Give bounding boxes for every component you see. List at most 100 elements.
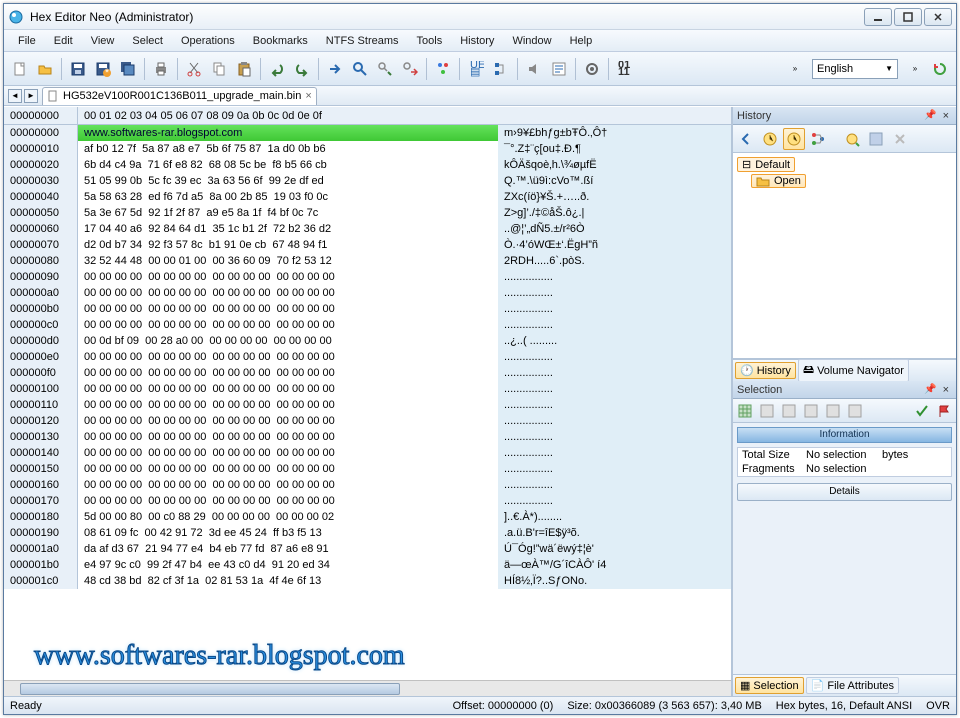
close-window-button[interactable] <box>924 8 952 26</box>
bytes-cell[interactable]: 00 00 00 00 00 00 00 00 00 00 00 00 00 0… <box>78 429 498 445</box>
ascii-cell[interactable]: .a.ü.B'r=îE$ÿ³õ. <box>498 525 731 541</box>
hex-body[interactable]: 00000000www.softwares-rar.blogspot.comm›… <box>4 125 731 680</box>
bytes-cell[interactable]: 00 00 00 00 00 00 00 00 00 00 00 00 00 0… <box>78 317 498 333</box>
history-root-node[interactable]: ⊟ Default <box>737 157 795 172</box>
undo-button[interactable] <box>265 57 289 81</box>
sel-grid6-button[interactable] <box>845 401 865 421</box>
tab-next-button[interactable]: ► <box>24 89 38 103</box>
ascii-cell[interactable]: Ò.·4’óWŒ±‘.ËgH”ñ <box>498 237 731 253</box>
details-button[interactable]: Details <box>737 483 952 501</box>
ascii-cell[interactable]: ................ <box>498 317 731 333</box>
hex-row[interactable]: 00000000www.softwares-rar.blogspot.comm›… <box>4 125 731 141</box>
tab-history[interactable]: 🕐History <box>735 362 796 379</box>
bytes-cell[interactable]: 00 00 00 00 00 00 00 00 00 00 00 00 00 0… <box>78 477 498 493</box>
bytes-cell[interactable]: 00 00 00 00 00 00 00 00 00 00 00 00 00 0… <box>78 413 498 429</box>
hex-row[interactable]: 0000019008 61 09 fc 00 42 91 72 3d ee 45… <box>4 525 731 541</box>
ascii-cell[interactable]: kÔÄšqoè‚h.\¾øµfË <box>498 157 731 173</box>
ascii-cell[interactable]: ................ <box>498 477 731 493</box>
find-next-button[interactable] <box>373 57 397 81</box>
bytes-cell[interactable]: 00 00 00 00 00 00 00 00 00 00 00 00 00 0… <box>78 269 498 285</box>
ascii-cell[interactable]: HÍ8½‚Ï?..SƒONo. <box>498 573 731 589</box>
panel-close-button[interactable]: × <box>940 110 952 122</box>
redo-button[interactable] <box>290 57 314 81</box>
hex-row[interactable]: 0000011000 00 00 00 00 00 00 00 00 00 00… <box>4 397 731 413</box>
menu-file[interactable]: File <box>10 33 44 49</box>
hex-row[interactable]: 0000016000 00 00 00 00 00 00 00 00 00 00… <box>4 477 731 493</box>
script-button[interactable] <box>547 57 571 81</box>
bytes-cell[interactable]: 00 00 00 00 00 00 00 00 00 00 00 00 00 0… <box>78 493 498 509</box>
bytes-cell[interactable]: 00 00 00 00 00 00 00 00 00 00 00 00 00 0… <box>78 365 498 381</box>
ascii-cell[interactable]: ................ <box>498 301 731 317</box>
menu-operations[interactable]: Operations <box>173 33 243 49</box>
history-save-button[interactable] <box>865 128 887 150</box>
paste-button[interactable] <box>232 57 256 81</box>
ascii-cell[interactable]: ................ <box>498 397 731 413</box>
bytes-cell[interactable]: www.softwares-rar.blogspot.com <box>78 125 498 141</box>
bookmark-button[interactable] <box>431 57 455 81</box>
sel-flag-button[interactable] <box>934 401 954 421</box>
bytes-cell[interactable]: af b0 12 7f 5a 87 a8 e7 5b 6f 75 87 1a d… <box>78 141 498 157</box>
history-clock1-button[interactable] <box>759 128 781 150</box>
minimize-button[interactable] <box>864 8 892 26</box>
hex-row[interactable]: 0000017000 00 00 00 00 00 00 00 00 00 00… <box>4 493 731 509</box>
bytes-cell[interactable]: 00 00 00 00 00 00 00 00 00 00 00 00 00 0… <box>78 461 498 477</box>
sel-check-button[interactable] <box>912 401 932 421</box>
hex-row[interactable]: 0000015000 00 00 00 00 00 00 00 00 00 00… <box>4 461 731 477</box>
hex-row[interactable]: 0000013000 00 00 00 00 00 00 00 00 00 00… <box>4 429 731 445</box>
toolbar-options-2-button[interactable]: » <box>903 57 927 81</box>
bytes-cell[interactable]: 6b d4 c4 9a 71 6f e8 82 68 08 5c be f8 b… <box>78 157 498 173</box>
ascii-cell[interactable]: ................ <box>498 429 731 445</box>
sel-grid5-button[interactable] <box>823 401 843 421</box>
ascii-cell[interactable]: ä—œÀ™/G´îCÀÔ' í4 <box>498 557 731 573</box>
tab-file-attributes[interactable]: 📄File Attributes <box>806 677 899 694</box>
ascii-cell[interactable]: ................ <box>498 269 731 285</box>
history-item-open[interactable]: Open <box>751 174 806 188</box>
tab-close-button[interactable]: × <box>305 90 311 102</box>
hex-row[interactable]: 0000009000 00 00 00 00 00 00 00 00 00 00… <box>4 269 731 285</box>
ascii-cell[interactable]: ................ <box>498 285 731 301</box>
bytes-cell[interactable]: 5a 3e 67 5d 92 1f 2f 87 a9 e5 8a 1f f4 b… <box>78 205 498 221</box>
ascii-cell[interactable]: ................ <box>498 381 731 397</box>
ascii-cell[interactable]: ..@¦’„dÑ5.±/r²6Ò <box>498 221 731 237</box>
history-back-button[interactable] <box>735 128 757 150</box>
find-button[interactable] <box>348 57 372 81</box>
ascii-cell[interactable]: ¯°.Z‡¨ç[ou‡.Ð.¶ <box>498 141 731 157</box>
ascii-cell[interactable]: ................ <box>498 413 731 429</box>
sel-grid4-button[interactable] <box>801 401 821 421</box>
bytes-cell[interactable]: 00 00 00 00 00 00 00 00 00 00 00 00 00 0… <box>78 381 498 397</box>
ascii-cell[interactable]: ................ <box>498 461 731 477</box>
tab-prev-button[interactable]: ◄ <box>8 89 22 103</box>
structure-button[interactable] <box>489 57 513 81</box>
sel-grid3-button[interactable] <box>779 401 799 421</box>
ascii-cell[interactable]: ZXc(íö}¥Š.+…..ð. <box>498 189 731 205</box>
save-button[interactable] <box>66 57 90 81</box>
hex-row[interactable]: 000001c048 cd 38 bd 82 cf 3f 1a 02 81 53… <box>4 573 731 589</box>
menu-help[interactable]: Help <box>562 33 601 49</box>
bytes-cell[interactable]: e4 97 9c c0 99 2f 47 b4 ee 43 c0 d4 91 2… <box>78 557 498 573</box>
hex-row[interactable]: 000000405a 58 63 28 ed f6 7d a5 8a 00 2b… <box>4 189 731 205</box>
hex-row[interactable]: 0000003051 05 99 0b 5c fc 39 ec 3a 63 56… <box>4 173 731 189</box>
hex-row[interactable]: 000001805d 00 00 80 00 c0 88 29 00 00 00… <box>4 509 731 525</box>
menu-window[interactable]: Window <box>504 33 559 49</box>
horizontal-scrollbar[interactable] <box>4 680 731 696</box>
history-delete-button[interactable] <box>889 128 911 150</box>
ascii-cell[interactable]: m›9¥£bhƒg±bŦÔ.‚Ô† <box>498 125 731 141</box>
hex-row[interactable]: 0000010000 00 00 00 00 00 00 00 00 00 00… <box>4 381 731 397</box>
bytes-cell[interactable]: 00 00 00 00 00 00 00 00 00 00 00 00 00 0… <box>78 397 498 413</box>
hex-row[interactable]: 000001a0da af d3 67 21 94 77 e4 b4 eb 77… <box>4 541 731 557</box>
ascii-cell[interactable]: ..¿..( ......... <box>498 333 731 349</box>
goto-button[interactable] <box>323 57 347 81</box>
menu-edit[interactable]: Edit <box>46 33 81 49</box>
ascii-cell[interactable]: ................ <box>498 493 731 509</box>
ascii-cell[interactable]: ................ <box>498 349 731 365</box>
hex-row[interactable]: 000000f000 00 00 00 00 00 00 00 00 00 00… <box>4 365 731 381</box>
binary-button[interactable]: 0111 <box>613 57 637 81</box>
tab-volume-navigator[interactable]: 🖴Volume Navigator <box>798 359 909 382</box>
print-button[interactable] <box>149 57 173 81</box>
hex-row[interactable]: 000000c000 00 00 00 00 00 00 00 00 00 00… <box>4 317 731 333</box>
bytes-cell[interactable]: 00 00 00 00 00 00 00 00 00 00 00 00 00 0… <box>78 445 498 461</box>
hex-row[interactable]: 000001b0e4 97 9c c0 99 2f 47 b4 ee 43 c0… <box>4 557 731 573</box>
language-combo[interactable]: English ▼ <box>812 59 898 79</box>
cut-button[interactable] <box>182 57 206 81</box>
maximize-button[interactable] <box>894 8 922 26</box>
